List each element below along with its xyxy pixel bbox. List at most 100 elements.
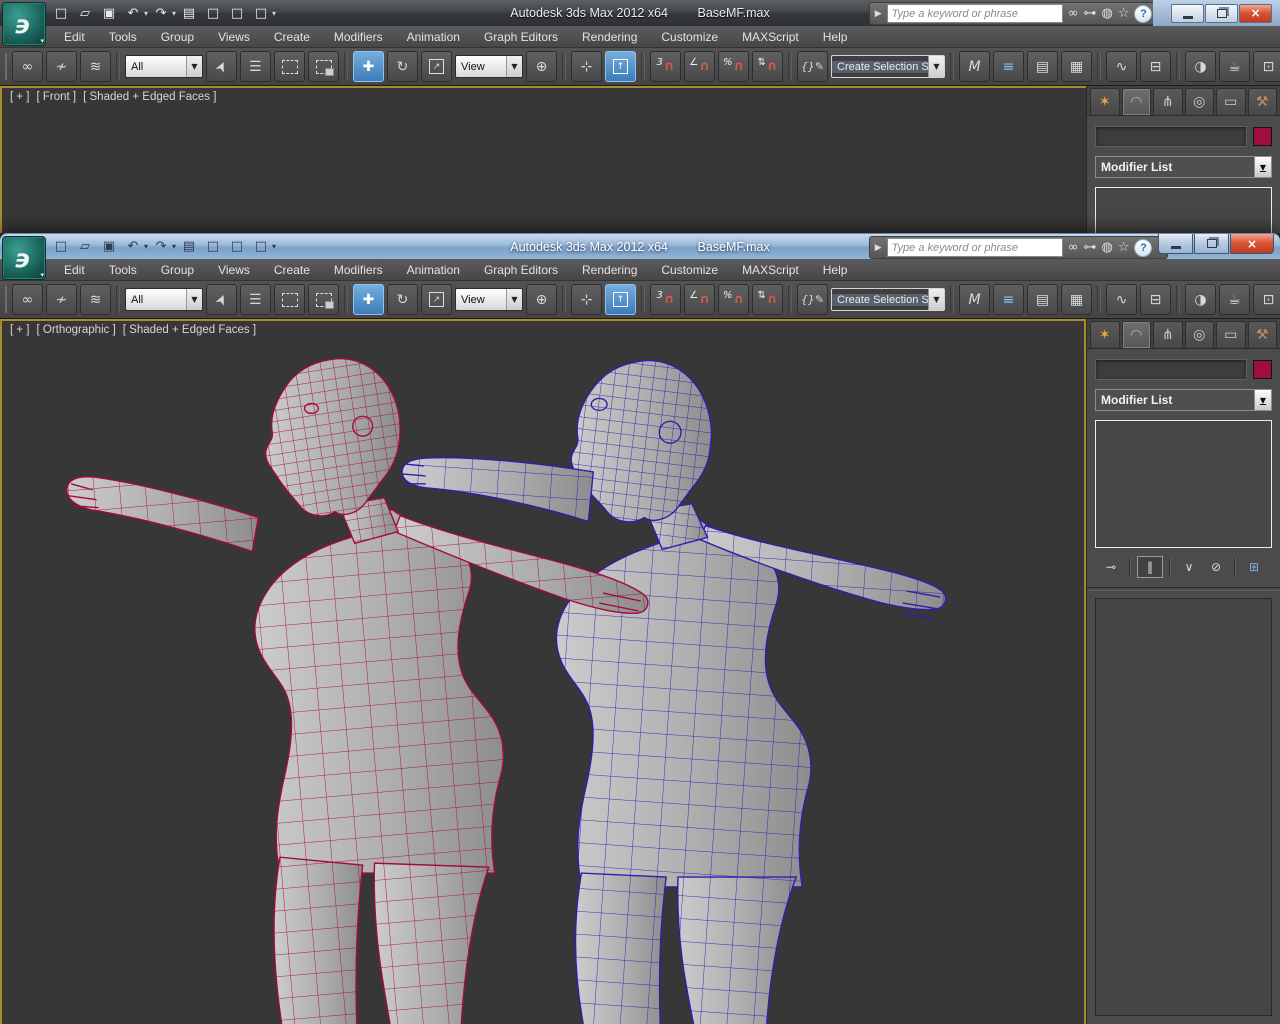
rollout-area[interactable] [1095, 598, 1272, 1016]
save-file-button[interactable]: ▣ [98, 237, 120, 257]
minimize-button[interactable] [1158, 234, 1193, 254]
menu-item[interactable]: MAXScript [730, 260, 811, 280]
help-icon[interactable]: ? [1134, 4, 1153, 23]
menu-item[interactable]: Create [262, 27, 322, 47]
undo-button[interactable]: ↶ [122, 237, 144, 257]
keyboard-shortcut-override-button[interactable]: ↑ [605, 51, 636, 82]
layer-manager-button[interactable]: ▤ [1027, 284, 1058, 315]
menu-item[interactable]: Edit [52, 27, 97, 47]
menu-item[interactable]: Help [811, 27, 860, 47]
layer-manager-button[interactable]: ▤ [1027, 51, 1058, 82]
layout-preset-2-button[interactable]: □ [226, 3, 248, 23]
infocenter-flyout-icon[interactable]: ▶ [875, 9, 882, 19]
use-pivot-point-center-button[interactable]: ⊕ [526, 51, 557, 82]
viewport-orthographic[interactable]: [ + ] [ Orthographic ] [ Shaded + Edged … [0, 319, 1086, 1024]
bind-to-space-warp-button[interactable]: ≋ [80, 284, 111, 315]
menu-item[interactable]: Animation [395, 260, 472, 280]
3dsmax-window-front[interactable]: ϶ ▾ □ ▱ ▣ ↶ ▾ ↷ ▾ ▤ □ □ □ ▾ Autodesk 3ds… [0, 233, 1280, 1024]
search-input[interactable] [886, 238, 1063, 257]
model-male-left-arm[interactable] [401, 456, 594, 523]
render-setup-button[interactable]: ☕ [1219, 51, 1250, 82]
angle-snap-toggle-button[interactable]: ∠ ∩ [684, 284, 715, 315]
qat-customize-dropdown[interactable]: ▾ [272, 9, 276, 18]
rendered-frame-window-button[interactable]: ⊡ [1253, 284, 1280, 315]
modifier-list-dropdown[interactable]: Modifier List ▼ [1095, 389, 1272, 411]
search-icon[interactable]: ∞ [1068, 240, 1079, 255]
tab-modify[interactable]: ◠ [1121, 88, 1151, 115]
tab-display[interactable]: ▭ [1216, 321, 1246, 348]
select-and-manipulate-button[interactable]: ⊹ [571, 284, 602, 315]
menu-item[interactable]: Customize [649, 27, 730, 47]
select-and-link-button[interactable]: ∞ [12, 284, 43, 315]
menu-item[interactable]: Group [149, 260, 206, 280]
application-menu-button[interactable]: ϶ ▾ [2, 2, 46, 46]
search-input[interactable] [886, 4, 1063, 23]
search-icon[interactable]: ∞ [1068, 6, 1079, 21]
object-color-swatch[interactable] [1253, 360, 1272, 379]
align-button[interactable]: ≡ [993, 284, 1024, 315]
favorites-star-icon[interactable]: ☆ [1118, 6, 1130, 21]
menu-item[interactable]: MAXScript [730, 27, 811, 47]
set-project-folder-button[interactable]: ▤ [178, 3, 200, 23]
select-and-manipulate-button[interactable]: ⊹ [571, 51, 602, 82]
toolbar-drag-handle[interactable] [5, 53, 7, 80]
schematic-view-button[interactable]: ⊟ [1140, 51, 1171, 82]
tab-utilities[interactable]: ⚒ [1247, 88, 1277, 115]
pin-stack-button[interactable]: ⊸ [1099, 557, 1123, 577]
communication-center-icon[interactable]: ◍ [1101, 6, 1112, 21]
communication-center-icon[interactable]: ◍ [1101, 240, 1112, 255]
save-file-button[interactable]: ▣ [98, 3, 120, 23]
modifier-list-dropdown[interactable]: Modifier List ▼ [1095, 156, 1272, 178]
configure-modifier-sets-button[interactable]: ⊞ [1242, 557, 1266, 577]
material-editor-button[interactable]: ◑ [1185, 51, 1216, 82]
angle-snap-toggle-button[interactable]: ∠ ∩ [684, 51, 715, 82]
mirror-button[interactable]: M [959, 284, 990, 315]
select-object-button[interactable]: ➤ [206, 51, 237, 82]
select-and-rotate-button[interactable]: ↻ [387, 284, 418, 315]
object-name-field[interactable] [1095, 126, 1247, 147]
set-project-folder-button[interactable]: ▤ [178, 237, 200, 257]
qat-customize-dropdown[interactable]: ▾ [272, 242, 276, 251]
reference-coordinate-system-dropdown[interactable]: View ▼ [455, 55, 523, 78]
window-crossing-toggle-button[interactable] [308, 51, 339, 82]
object-name-field[interactable] [1095, 359, 1247, 380]
model-female-base-mesh[interactable] [66, 357, 649, 1024]
viewport-front-view[interactable]: [ + ] [ Front ] [ Shaded + Edged Faces ] [0, 86, 1086, 233]
menu-item[interactable]: Views [206, 27, 262, 47]
bind-to-space-warp-button[interactable]: ≋ [80, 51, 111, 82]
select-and-move-button[interactable]: ✚ [353, 51, 384, 82]
new-scene-button[interactable]: □ [50, 237, 72, 257]
modifier-stack-list[interactable] [1095, 420, 1272, 548]
layout-preset-2-button[interactable]: □ [226, 237, 248, 257]
spinner-snap-toggle-button[interactable]: ⇅ ∩ [752, 51, 783, 82]
select-and-move-button[interactable]: ✚ [353, 284, 384, 315]
named-selection-sets-dropdown[interactable]: Create Selection Se ▼ [831, 55, 945, 78]
viewport-canvas[interactable]: .fg{fill:url(#gb)} .wR{fill:none;stroke:… [2, 321, 1086, 1024]
menu-item[interactable]: Tools [97, 260, 149, 280]
tab-motion[interactable]: ◎ [1184, 321, 1214, 348]
window-crossing-toggle-button[interactable] [308, 284, 339, 315]
tab-hierarchy[interactable]: ⋔ [1153, 321, 1183, 348]
menu-item[interactable]: Rendering [570, 260, 649, 280]
rectangular-selection-region-button[interactable] [274, 51, 305, 82]
redo-dropdown[interactable]: ▾ [172, 9, 176, 18]
edit-named-selection-sets-button[interactable]: {} ✎ [797, 284, 828, 315]
viewport-menu-view[interactable]: [ Orthographic ] [37, 324, 116, 336]
rectangular-selection-region-button[interactable] [274, 284, 305, 315]
layout-preset-3-button[interactable]: □ [250, 237, 272, 257]
show-end-result-button[interactable]: ‖ [1137, 556, 1163, 578]
menu-item[interactable]: Modifiers [322, 27, 395, 47]
open-file-button[interactable]: ▱ [74, 3, 96, 23]
new-scene-button[interactable]: □ [50, 3, 72, 23]
curve-editor-button[interactable]: ∿ [1106, 284, 1137, 315]
menu-item[interactable]: Modifiers [322, 260, 395, 280]
menu-item[interactable]: Group [149, 27, 206, 47]
layout-preset-1-button[interactable]: □ [202, 237, 224, 257]
reference-coordinate-system-dropdown[interactable]: View ▼ [455, 288, 523, 311]
use-pivot-point-center-button[interactable]: ⊕ [526, 284, 557, 315]
modifier-stack-list[interactable] [1095, 187, 1272, 233]
open-file-button[interactable]: ▱ [74, 237, 96, 257]
menu-item[interactable]: Animation [395, 27, 472, 47]
undo-dropdown[interactable]: ▾ [144, 242, 148, 251]
exchange-apps-key-icon[interactable]: ⊶ [1083, 6, 1096, 21]
